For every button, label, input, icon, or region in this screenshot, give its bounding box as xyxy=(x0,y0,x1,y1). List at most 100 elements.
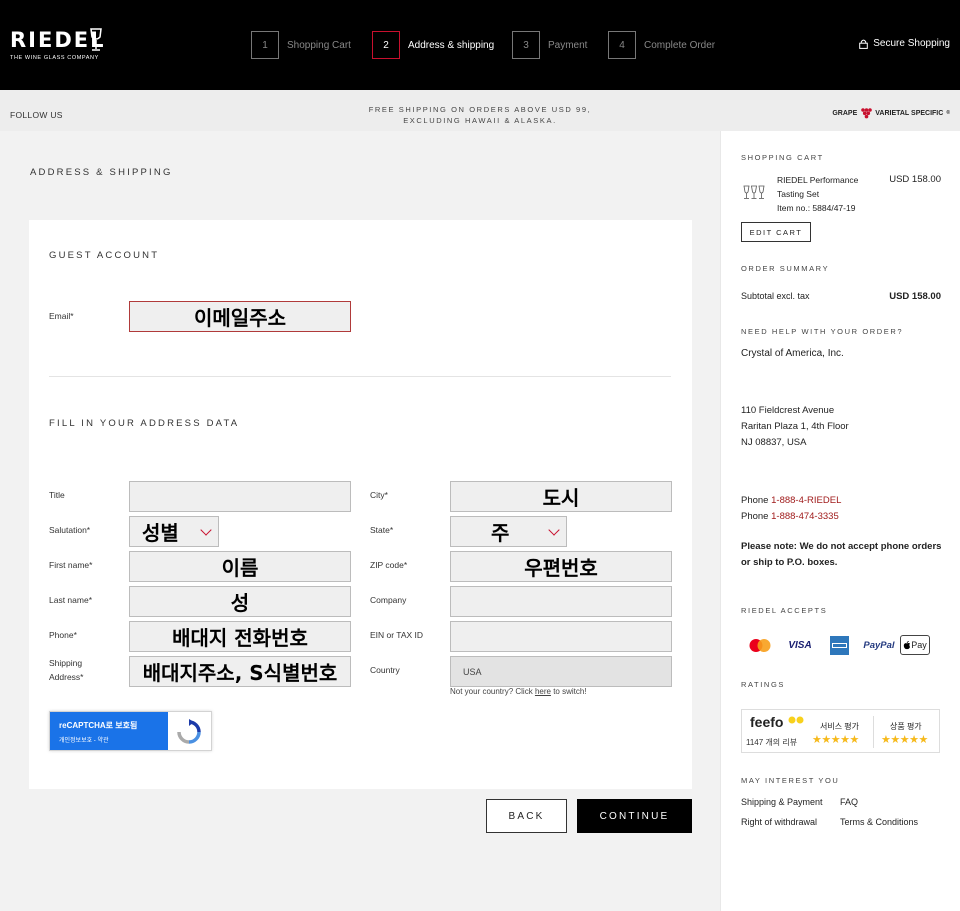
lock-icon xyxy=(859,39,869,49)
ein-tax-id-field[interactable] xyxy=(450,621,672,652)
city-label: City* xyxy=(370,490,388,500)
back-button[interactable]: BACK xyxy=(486,799,567,833)
sidebar-divider xyxy=(720,131,721,911)
recaptcha-badge[interactable]: reCAPTCHA로 보호됨 개인정보보호 - 약관 xyxy=(49,711,212,751)
step-address-shipping: 2 Address & shipping xyxy=(372,31,494,59)
step-payment: 3 Payment xyxy=(512,31,587,59)
payment-methods-heading: RIEDEL ACCEPTS xyxy=(741,606,828,615)
feefo-rating-widget[interactable]: feefo 1147 개의 리뷰 서비스 평가 ★★★★★ 상품 평가 ★★★★… xyxy=(741,709,940,753)
step-label: Payment xyxy=(548,39,588,51)
ein-tax-id-label: EIN or TAX ID xyxy=(370,630,424,640)
phone-label: Phone xyxy=(741,495,769,506)
step-shopping-cart[interactable]: 1 Shopping Cart xyxy=(251,31,351,59)
may-interest-heading: MAY INTEREST YOU xyxy=(741,776,840,785)
address-line-2: Raritan Plaza 1, 4th Floor xyxy=(741,421,849,432)
terms-conditions-link[interactable]: Terms & Conditions xyxy=(840,817,918,827)
paypal-icon: PayPal xyxy=(863,639,895,651)
phone-link-2[interactable]: 1-888-474-3335 xyxy=(771,511,839,522)
salutation-value: 성별 xyxy=(142,521,179,545)
ratings-heading: RATINGS xyxy=(741,680,785,689)
phone-field[interactable]: 배대지 전화번호 xyxy=(129,621,351,652)
country-switch-note: Not your country? Click here to switch! xyxy=(450,687,587,696)
right-of-withdrawal-link[interactable]: Right of withdrawal xyxy=(741,817,817,827)
address-form-card: GUEST ACCOUNT Email* 이메일주소 FILL IN YOUR … xyxy=(29,220,692,789)
phone-label: Phone* xyxy=(49,630,77,640)
chevron-down-icon xyxy=(200,524,212,536)
product-thumbnail xyxy=(743,185,765,199)
recaptcha-privacy-link[interactable]: 개인정보보호 - 약관 xyxy=(59,735,109,744)
recaptcha-title: reCAPTCHA로 보호됨 xyxy=(59,721,138,730)
registered-mark: ® xyxy=(946,110,950,116)
address-line-1: 110 Fieldcrest Avenue xyxy=(741,405,835,416)
service-rating-label: 서비스 평가 xyxy=(820,722,860,731)
phone-line-1: Phone 1-888-4-RIEDEL xyxy=(741,493,841,509)
country-label: Country xyxy=(370,665,400,675)
product-rating-label: 상품 평가 xyxy=(890,722,922,731)
city-field[interactable]: 도시 xyxy=(450,481,672,512)
address-line-3: NJ 08837, USA xyxy=(741,437,807,448)
cart-item-name: RIEDEL Performance Tasting Set xyxy=(777,175,859,199)
switch-tail: to switch! xyxy=(553,687,587,696)
amex-icon xyxy=(829,635,849,655)
salutation-select[interactable]: 성별 xyxy=(129,516,219,547)
review-count: 1147 개의 리뷰 xyxy=(746,738,798,747)
checkout-main: ADDRESS & SHIPPING GUEST ACCOUNT Email* … xyxy=(0,131,720,911)
recaptcha-panel: reCAPTCHA로 보호됨 개인정보보호 - 약관 xyxy=(50,712,168,750)
company-field[interactable] xyxy=(450,586,672,617)
help-heading: NEED HELP WITH YOUR ORDER? xyxy=(741,327,904,336)
subtotal-value: USD 158.00 xyxy=(889,291,941,302)
order-summary-heading: ORDER SUMMARY xyxy=(741,264,830,273)
first-name-field[interactable]: 이름 xyxy=(129,551,351,582)
apple-pay-label: Pay xyxy=(911,640,927,650)
step-number: 4 xyxy=(608,31,636,59)
switch-text: Not your country? Click xyxy=(450,687,533,696)
email-label: Email* xyxy=(49,311,74,321)
step-label: Complete Order xyxy=(644,39,716,51)
wine-glass-icon xyxy=(90,28,102,51)
order-sidebar: SHOPPING CART RIEDEL Performance Tasting… xyxy=(720,131,960,911)
state-value: 주 xyxy=(491,521,510,545)
phone-line-2: Phone 1-888-474-3335 xyxy=(741,509,839,525)
section-divider xyxy=(49,376,671,377)
phone-link-1[interactable]: 1-888-4-RIEDEL xyxy=(771,495,841,506)
apple-pay-icon: Pay xyxy=(900,635,930,655)
riedel-logo[interactable]: RIEDEL THE WINE GLASS COMPANY xyxy=(10,28,106,64)
company-name: Crystal of America, Inc. xyxy=(741,348,844,359)
salutation-label: Salutation* xyxy=(49,525,91,535)
recaptcha-icon xyxy=(177,719,201,744)
email-field[interactable]: 이메일주소 xyxy=(129,301,351,332)
last-name-field[interactable]: 성 xyxy=(129,586,351,617)
follow-us-link[interactable]: FOLLOW US xyxy=(10,110,63,120)
logo-wordmark: RIEDEL xyxy=(10,28,106,52)
step-complete-order: 4 Complete Order xyxy=(608,31,715,59)
switch-country-link[interactable]: here xyxy=(535,687,551,696)
page-title: ADDRESS & SHIPPING xyxy=(30,167,173,178)
country-field: USA xyxy=(450,656,672,687)
rating-divider xyxy=(873,716,874,748)
title-field[interactable] xyxy=(129,481,351,512)
guest-account-heading: GUEST ACCOUNT xyxy=(49,250,160,261)
checkout-header: RIEDEL THE WINE GLASS COMPANY 1 Shopping… xyxy=(0,0,960,90)
grape-label: GRAPE xyxy=(832,109,858,117)
phone-label: Phone xyxy=(741,511,769,522)
continue-button[interactable]: CONTINUE xyxy=(577,799,692,833)
shipping-payment-link[interactable]: Shipping & Payment xyxy=(741,797,823,807)
secure-shopping: Secure Shopping xyxy=(859,38,950,49)
faq-link[interactable]: FAQ xyxy=(840,797,858,807)
step-label: Address & shipping xyxy=(408,39,495,51)
secure-shopping-label: Secure Shopping xyxy=(873,38,950,49)
cart-item-price: USD 158.00 xyxy=(889,174,941,185)
info-strip: FOLLOW US FREE SHIPPING ON ORDERS ABOVE … xyxy=(0,90,960,131)
zip-code-field[interactable]: 우편번호 xyxy=(450,551,672,582)
state-select[interactable]: 주 xyxy=(450,516,567,547)
edit-cart-button[interactable]: EDIT CART xyxy=(741,222,811,242)
service-stars: ★★★★★ xyxy=(812,734,859,746)
address-data-heading: FILL IN YOUR ADDRESS DATA xyxy=(49,418,240,429)
cart-item-number: Item no.: 5884/47-19 xyxy=(777,203,856,213)
phone-order-note: Please note: We do not accept phone orde… xyxy=(741,541,942,568)
step-number: 1 xyxy=(251,31,279,59)
shipping-address-field[interactable]: 배대지주소, S식별번호 xyxy=(129,656,351,687)
cart-item: RIEDEL Performance Tasting Set Item no.:… xyxy=(777,173,877,215)
step-number: 3 xyxy=(512,31,540,59)
subtotal-label: Subtotal excl. tax xyxy=(741,291,810,301)
